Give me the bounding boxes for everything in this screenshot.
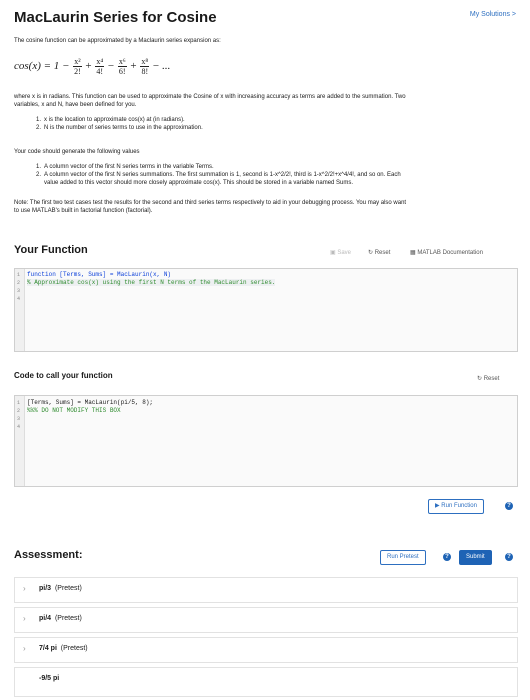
save-button[interactable]: ▣ Save: [330, 249, 351, 256]
assessment-heading: Assessment:: [14, 549, 83, 561]
function-editor[interactable]: 1 2 3 4 function [Terms, Sums] = MacLaur…: [14, 268, 518, 352]
line-number: 4: [17, 296, 21, 302]
formula-op-4: − ...: [152, 60, 171, 73]
matlab-docs-button[interactable]: ▦ MATLAB Documentation: [410, 249, 483, 256]
reset-icon: ↻: [368, 250, 374, 256]
code-line[interactable]: function [Terms, Sums] = MacLaurin(x, N): [27, 271, 171, 278]
help-icon[interactable]: ?: [505, 502, 513, 510]
description-line-2: variables, x and N, have been defined fo…: [14, 102, 137, 108]
line-number: 3: [17, 416, 21, 422]
assessment-item[interactable]: › pi/3 (Pretest): [14, 577, 518, 603]
assessment-item-label: -9/5 pi: [39, 675, 60, 682]
run-function-button[interactable]: ▶ Run Function: [428, 499, 484, 514]
formula-term-3: x⁶ 6!: [117, 57, 127, 76]
assessment-item-label: 7/4 pi (Pretest): [39, 645, 88, 652]
save-icon: ▣: [330, 250, 336, 256]
assessment-item-label: pi/3 (Pretest): [39, 585, 82, 592]
line-number: 2: [17, 408, 21, 414]
line-number: 1: [17, 272, 21, 278]
code-line[interactable]: % Approximate cos(x) using the first N t…: [27, 279, 276, 286]
chevron-right-icon: ›: [23, 614, 26, 623]
chevron-right-icon: ›: [23, 584, 26, 593]
reset-button[interactable]: ↻ Reset: [368, 249, 390, 256]
page-title: MacLaurin Series for Cosine: [14, 9, 217, 26]
formula-op-1: +: [85, 60, 92, 73]
variable-list-item: 1. x is the location to approximate cos(x…: [36, 117, 185, 123]
values-intro: Your code should generate the following …: [14, 149, 140, 155]
formula-op-3: +: [130, 60, 137, 73]
help-icon[interactable]: ?: [443, 553, 451, 561]
formula-term-2: x⁴ 4!: [95, 57, 105, 76]
chevron-right-icon: ›: [23, 644, 26, 653]
assessment-item[interactable]: › 7/4 pi (Pretest): [14, 637, 518, 663]
assessment-item[interactable]: -9/5 pi: [14, 667, 518, 697]
formula-op-2: −: [107, 60, 115, 73]
intro-text: The cosine function can be approximated …: [14, 38, 221, 44]
formula-term-1: x² 2!: [73, 57, 82, 76]
values-list-item: 1. A column vector of the first N series …: [36, 164, 214, 170]
call-function-heading: Code to call your function: [14, 371, 113, 380]
line-number: 2: [17, 280, 21, 286]
run-pretest-button[interactable]: Run Pretest: [380, 550, 426, 565]
note-line-1: Note: The first two test cases test the …: [14, 200, 407, 206]
assessment-item[interactable]: › pi/4 (Pretest): [14, 607, 518, 633]
maclaurin-formula: cos(x) = 1 − x² 2! + x⁴ 4! − x⁶ 6! + x⁸ 8! −…: [14, 57, 170, 76]
call-reset-button[interactable]: ↻ Reset: [477, 375, 499, 382]
formula-lhs: cos(x) = 1 −: [14, 60, 70, 73]
formula-term-4: x⁸ 8!: [140, 57, 150, 76]
note-line-2: to use MATLAB's built in factorial funct…: [14, 208, 153, 214]
line-number: 3: [17, 288, 21, 294]
code-line[interactable]: %%% DO NOT MODIFY THIS BOX: [27, 407, 121, 414]
variable-list-item: 2. N is the number of series terms to use…: [36, 125, 203, 131]
assessment-item-label: pi/4 (Pretest): [39, 615, 82, 622]
submit-button[interactable]: Submit: [459, 550, 492, 565]
help-icon[interactable]: ?: [505, 553, 513, 561]
line-number: 1: [17, 400, 21, 406]
my-solutions-link[interactable]: My Solutions >: [470, 11, 516, 18]
play-icon: ▶: [435, 503, 440, 509]
your-function-heading: Your Function: [14, 244, 88, 256]
call-editor[interactable]: 1 2 3 4 [Terms, Sums] = MacLaurin(pi/5, …: [14, 395, 518, 487]
values-list-item-cont: value added to this vector should more c…: [44, 180, 354, 186]
values-list-item: 2. A column vector of the first N series …: [36, 172, 401, 178]
line-number: 4: [17, 424, 21, 430]
description-line-1: where x is in radians. This function can…: [14, 94, 406, 100]
code-line[interactable]: [Terms, Sums] = MacLaurin(pi/5, 8);: [27, 399, 153, 406]
book-icon: ▦: [410, 250, 416, 256]
reset-icon: ↻: [477, 376, 483, 382]
